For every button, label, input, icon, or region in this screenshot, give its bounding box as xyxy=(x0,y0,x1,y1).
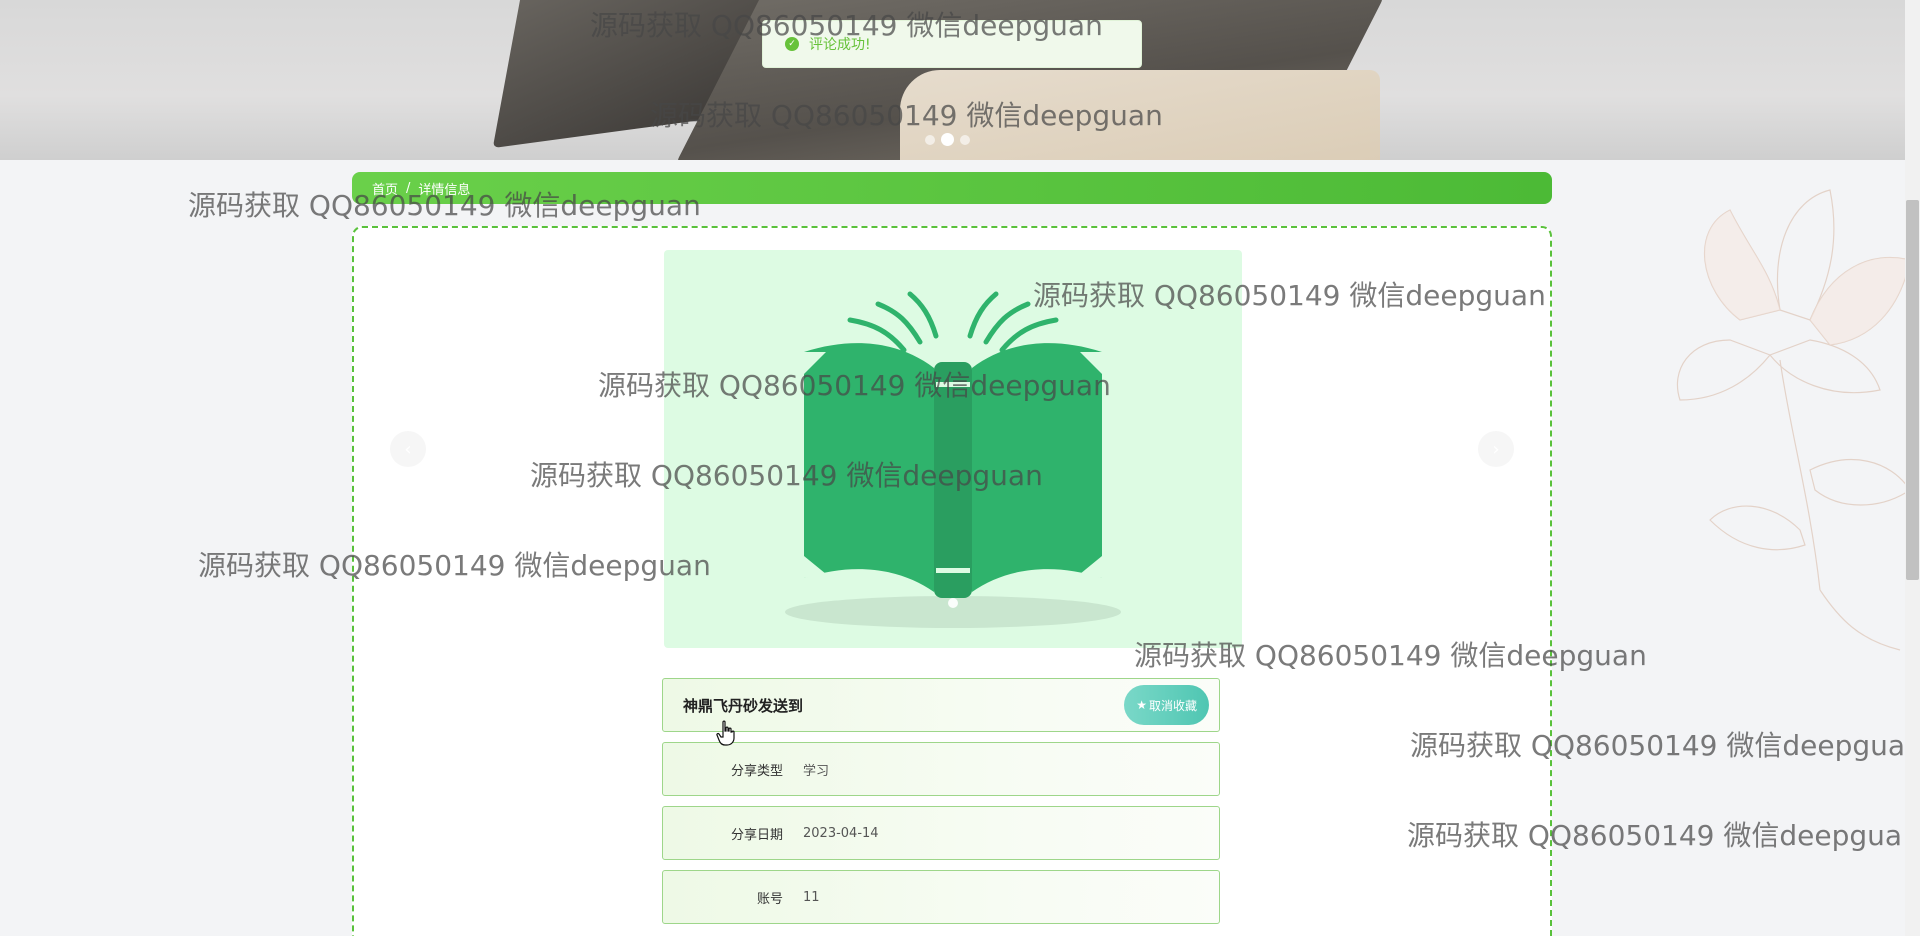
cancel-favorite-button[interactable]: ★ 取消收藏 xyxy=(1124,685,1209,725)
banner-indicators xyxy=(925,133,970,146)
lotus-decoration xyxy=(1676,189,1911,651)
carousel-prev-button[interactable]: ‹ xyxy=(390,431,426,467)
toast-message: 评论成功! xyxy=(809,37,871,53)
detail-panel: ‹ › 神鼎飞丹砂发送到 ★ 取消收藏 分享类型 学习 分享日期 2023-04… xyxy=(352,226,1552,936)
field-value-account: 11 xyxy=(803,889,820,905)
carousel-next-button[interactable]: › xyxy=(1478,431,1514,467)
success-toast: ✓ 评论成功! xyxy=(762,20,1142,68)
breadcrumb-current: 详情信息 xyxy=(418,182,471,198)
banner-indicator-active[interactable] xyxy=(941,133,954,146)
cancel-favorite-label: 取消收藏 xyxy=(1148,698,1197,713)
chevron-right-icon: › xyxy=(1492,438,1500,460)
field-value-share-date: 2023-04-14 xyxy=(803,825,879,841)
detail-title-row: 神鼎飞丹砂发送到 ★ 取消收藏 xyxy=(662,678,1220,732)
field-label-share-type: 分享类型 xyxy=(730,763,783,779)
success-check-icon: ✓ xyxy=(785,37,799,51)
field-value-share-type: 学习 xyxy=(803,763,830,779)
breadcrumb: 首页 / 详情信息 xyxy=(352,172,1552,204)
field-label-share-date: 分享日期 xyxy=(730,827,783,843)
detail-field-row: 分享日期 2023-04-14 xyxy=(662,806,1220,860)
hand-cursor-icon xyxy=(716,720,735,746)
detail-title: 神鼎飞丹砂发送到 xyxy=(683,696,804,715)
detail-field-row: 分享类型 学习 xyxy=(662,742,1220,796)
breadcrumb-home[interactable]: 首页 xyxy=(372,179,398,198)
scrollbar-thumb[interactable] xyxy=(1906,200,1919,580)
banner-book-image xyxy=(900,70,1380,160)
chevron-left-icon: ‹ xyxy=(404,438,412,460)
field-label-account: 账号 xyxy=(756,891,783,907)
image-carousel xyxy=(664,250,1242,648)
star-icon: ★ xyxy=(1136,698,1147,712)
breadcrumb-separator: / xyxy=(406,180,411,196)
banner-indicator[interactable] xyxy=(960,134,970,145)
banner-indicator[interactable] xyxy=(925,134,935,145)
detail-field-row: 账号 11 xyxy=(662,870,1220,924)
open-book-icon xyxy=(785,291,1121,628)
carousel-indicator[interactable] xyxy=(948,598,958,608)
